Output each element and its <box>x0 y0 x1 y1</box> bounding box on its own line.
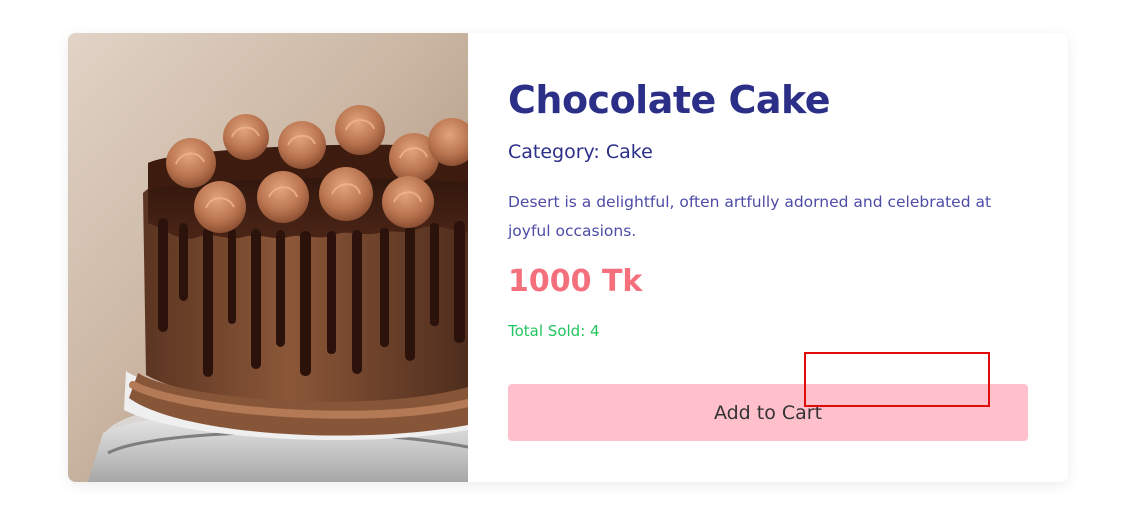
cake-image <box>68 33 468 482</box>
add-to-cart-button[interactable]: Add to Cart <box>508 384 1028 441</box>
product-category: Category: Cake <box>508 140 653 163</box>
product-title: Chocolate Cake <box>508 78 831 122</box>
product-description: Desert is a delightful, often artfully a… <box>508 193 992 241</box>
product-card: Chocolate Cake Category: Cake Desert is … <box>68 33 1068 482</box>
product-image <box>68 33 468 482</box>
cart-action-row: Add to Cart <box>508 384 1028 441</box>
page: Chocolate Cake Category: Cake Desert is … <box>0 0 1121 525</box>
product-price: 1000 Tk <box>508 264 643 300</box>
product-details: Chocolate Cake Category: Cake Desert is … <box>468 33 1068 482</box>
total-sold: Total Sold: 4 <box>508 322 600 341</box>
